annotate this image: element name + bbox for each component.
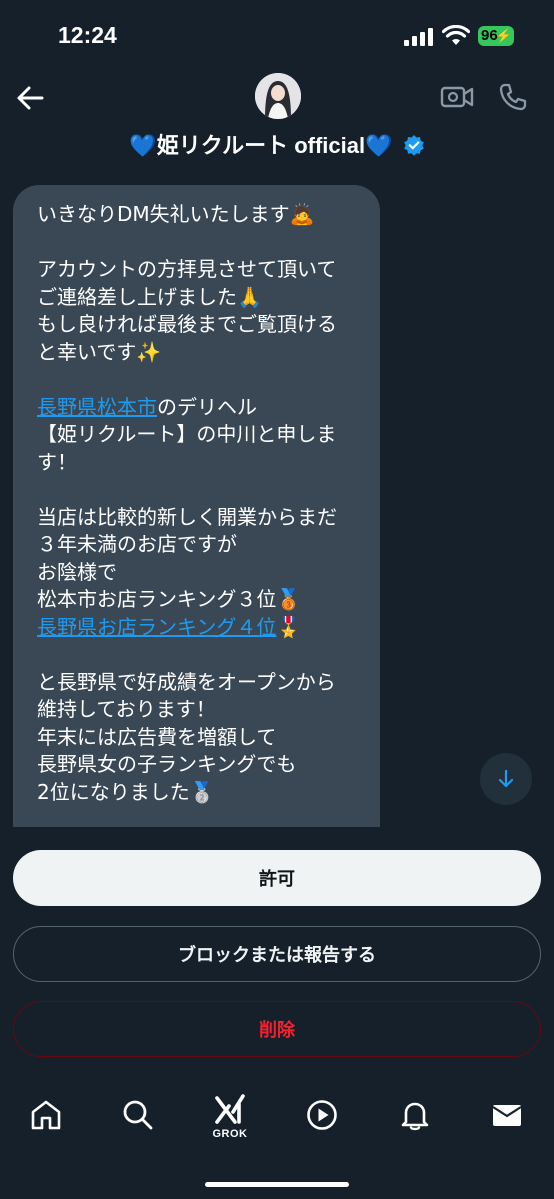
message-text: ３年未満のお店ですが	[37, 532, 237, 556]
avatar[interactable]	[255, 73, 301, 119]
bell-icon[interactable]	[398, 1098, 432, 1132]
message-text: 🎖️	[276, 614, 302, 639]
message-line: と長野県で好成績をオープンから	[37, 669, 366, 697]
status-bar: 12:24 96 ⚡	[0, 0, 554, 70]
message-text: お陰様で	[37, 559, 117, 584]
message-text: と長野県で好成績をオープンから	[37, 669, 336, 694]
charging-icon: ⚡	[495, 28, 512, 43]
grok-icon[interactable]	[213, 1092, 247, 1126]
message-line: もし良ければ最後までご覧頂ける	[37, 311, 366, 339]
delete-button[interactable]: 削除	[13, 1001, 541, 1057]
grok-tab-label: GROK	[212, 1128, 248, 1140]
conversation-header: 💙姫リクルート official💙	[0, 70, 554, 180]
message-link[interactable]: 長野県お店ランキング４位	[37, 615, 276, 639]
message-line: 長野県松本市のデリヘル	[37, 394, 366, 422]
message-text: 当店は比較的新しく開業からまだ	[37, 504, 337, 529]
scroll-down-button[interactable]	[480, 753, 532, 805]
message-line: ３年未満のお店ですが	[37, 531, 366, 559]
wifi-icon	[442, 25, 470, 45]
message-text: 長野県女の子ランキングでも	[37, 752, 297, 776]
message-text: アカウントの方拝見させて頂いて	[37, 257, 337, 281]
message-line: 【姫リクルート】の中川と申しま	[37, 421, 366, 449]
home-icon[interactable]	[29, 1098, 63, 1132]
mail-icon[interactable]	[490, 1098, 524, 1132]
message-text: 年末には広告費を増額して	[37, 724, 277, 749]
message-text: 2位になりました🥈	[37, 779, 215, 804]
message-text: もし良ければ最後までご覧頂ける	[37, 312, 337, 336]
conversation-title: 💙姫リクルート official💙	[0, 128, 554, 160]
message-line: アカウントの方拝見させて頂いて	[37, 256, 366, 284]
message-text: ご連絡差し上げました🙏	[37, 284, 262, 309]
video-call-icon[interactable]	[440, 83, 474, 111]
home-indicator	[205, 1182, 349, 1187]
play-icon[interactable]	[305, 1098, 339, 1132]
message-line: お陰様で	[37, 559, 366, 587]
message-text: のデリヘル	[157, 394, 257, 419]
message-link[interactable]: 長野県松本市	[37, 395, 157, 419]
message-line: 長野県お店ランキング４位🎖️	[37, 614, 366, 642]
signal-icon	[404, 28, 433, 46]
message-line: 長野県女の子ランキングでも	[37, 751, 366, 779]
search-icon[interactable]	[121, 1098, 155, 1132]
message-bubble: いきなりDM失礼いたします🙇 アカウントの方拝見させて頂いて ご連絡差し上げました🙏…	[13, 185, 380, 827]
battery-indicator: 96 ⚡	[478, 26, 514, 46]
message-line: す！	[37, 449, 366, 477]
allow-button[interactable]: 許可	[13, 850, 541, 906]
message-text: 【姫リクルート】の中川と申しま	[37, 422, 337, 446]
message-line: 年末には広告費を増額して	[37, 724, 366, 752]
message-line: 維持しております！	[37, 696, 366, 724]
back-arrow-icon[interactable]	[14, 82, 46, 114]
message-line: 松本市お店ランキング３位🥉	[37, 586, 366, 614]
message-text: と幸いです✨	[37, 339, 162, 364]
message-line: 2位になりました🥈	[37, 779, 366, 807]
verified-badge-icon	[403, 135, 424, 156]
avatar-image	[255, 73, 301, 119]
message-line: と幸いです✨	[37, 339, 366, 367]
status-time: 12:24	[58, 22, 117, 48]
message-line: ご連絡差し上げました🙏	[37, 284, 366, 312]
block-or-report-button[interactable]: ブロックまたは報告する	[13, 926, 541, 982]
message-text: 維持しております！	[37, 697, 216, 721]
phone-call-icon[interactable]	[498, 82, 528, 112]
message-text: いきなりDM失礼いたします🙇	[37, 202, 315, 226]
message-text: 松本市お店ランキング３位🥉	[37, 587, 302, 611]
message-text: す！	[37, 449, 77, 474]
conversation-title-text: 💙姫リクルート official💙	[129, 133, 393, 158]
arrow-down-icon	[498, 769, 514, 788]
message-line: いきなりDM失礼いたします🙇	[37, 201, 366, 229]
message-line: 当店は比較的新しく開業からまだ	[37, 504, 366, 532]
